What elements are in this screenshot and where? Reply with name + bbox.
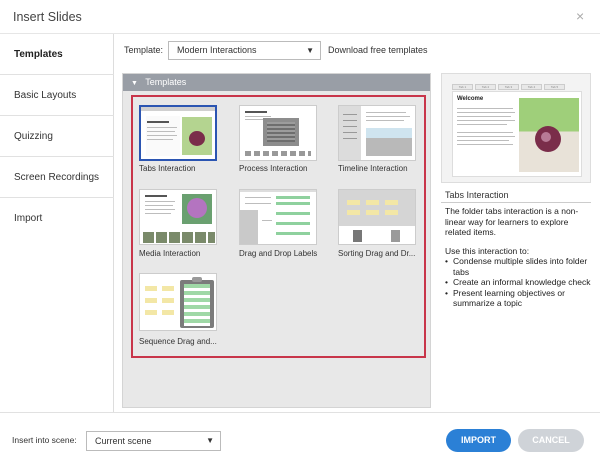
- template-thumb-tabs[interactable]: [139, 105, 217, 161]
- templates-panel: ▼ Templates Tabs Interaction Process Int…: [122, 73, 431, 408]
- sidebar-item-import[interactable]: Import: [0, 198, 114, 239]
- info-bullets: Condense multiple slides into folder tab…: [445, 256, 593, 309]
- info-divider: [441, 202, 591, 203]
- template-label-sorting: Sorting Drag and Dr...: [338, 249, 416, 258]
- template-thumb-media[interactable]: [139, 189, 217, 245]
- templates-grid: Tabs Interaction Process Interaction Tim…: [131, 95, 426, 358]
- insert-into-scene-label: Insert into scene:: [12, 435, 77, 445]
- scene-select-value: Current scene: [95, 436, 152, 446]
- preview-tab: Tab 5: [544, 84, 565, 90]
- download-templates-link[interactable]: Download free templates: [328, 45, 428, 55]
- template-label-tabs: Tabs Interaction: [139, 164, 196, 173]
- template-thumb-drag-drop-labels[interactable]: [239, 189, 317, 245]
- template-thumb-sequence[interactable]: [139, 273, 217, 331]
- preview-tab: Tab 4: [521, 84, 542, 90]
- scene-select[interactable]: Current scene ▼: [86, 431, 221, 451]
- list-item: Condense multiple slides into folder tab…: [445, 256, 593, 277]
- template-label-sequence: Sequence Drag and...: [139, 337, 217, 346]
- list-item: Present learning objectives or summarize…: [445, 288, 593, 309]
- template-label-media: Media Interaction: [139, 249, 201, 258]
- template-thumb-sorting[interactable]: [338, 189, 416, 245]
- preview-card: Welcome: [452, 91, 582, 177]
- cancel-button[interactable]: CANCEL: [518, 429, 584, 452]
- info-description: The folder tabs interaction is a non-lin…: [445, 206, 579, 237]
- dialog-titlebar: Insert Slides ×: [0, 0, 600, 34]
- close-icon[interactable]: ×: [576, 9, 584, 23]
- preview-tab: Tab 1: [452, 84, 473, 90]
- sidebar-item-quizzing[interactable]: Quizzing: [0, 116, 114, 157]
- triangle-down-icon: ▼: [131, 80, 138, 87]
- sidebar-item-basic-layouts[interactable]: Basic Layouts: [0, 75, 114, 116]
- info-use-intro: Use this interaction to:: [445, 246, 530, 256]
- template-select[interactable]: Modern Interactions ▼: [168, 41, 321, 60]
- list-item: Create an informal knowledge check: [445, 277, 593, 288]
- chevron-down-icon: ▼: [306, 46, 314, 55]
- templates-panel-header[interactable]: ▼ Templates: [123, 74, 430, 91]
- template-label-process: Process Interaction: [239, 164, 308, 173]
- preview-welcome: Welcome: [457, 96, 484, 102]
- sidebar-item-templates[interactable]: Templates: [0, 34, 114, 75]
- sidebar-item-screen-recordings[interactable]: Screen Recordings: [0, 157, 114, 198]
- dialog-footer: Insert into scene: Current scene ▼ IMPOR…: [0, 412, 600, 468]
- template-label: Template:: [124, 45, 164, 55]
- template-preview: Tab 1 Tab 2 Tab 3 Tab 4 Tab 5 Welcome: [441, 73, 591, 183]
- template-label-drag-drop-labels: Drag and Drop Labels: [239, 249, 318, 258]
- import-button[interactable]: IMPORT: [446, 429, 511, 452]
- template-thumb-timeline[interactable]: [338, 105, 416, 161]
- template-select-value: Modern Interactions: [177, 45, 257, 55]
- preview-tab: Tab 2: [475, 84, 496, 90]
- panel-header-label: Templates: [145, 77, 187, 87]
- preview-tabs: Tab 1 Tab 2 Tab 3 Tab 4 Tab 5: [452, 84, 567, 90]
- sidebar: Templates Basic Layouts Quizzing Screen …: [0, 34, 114, 412]
- template-label-timeline: Timeline Interaction: [338, 164, 408, 173]
- chevron-down-icon: ▼: [206, 436, 214, 445]
- template-thumb-process[interactable]: [239, 105, 317, 161]
- dialog-title: Insert Slides: [13, 10, 82, 24]
- info-title: Tabs Interaction: [445, 190, 509, 200]
- preview-tab: Tab 3: [498, 84, 519, 90]
